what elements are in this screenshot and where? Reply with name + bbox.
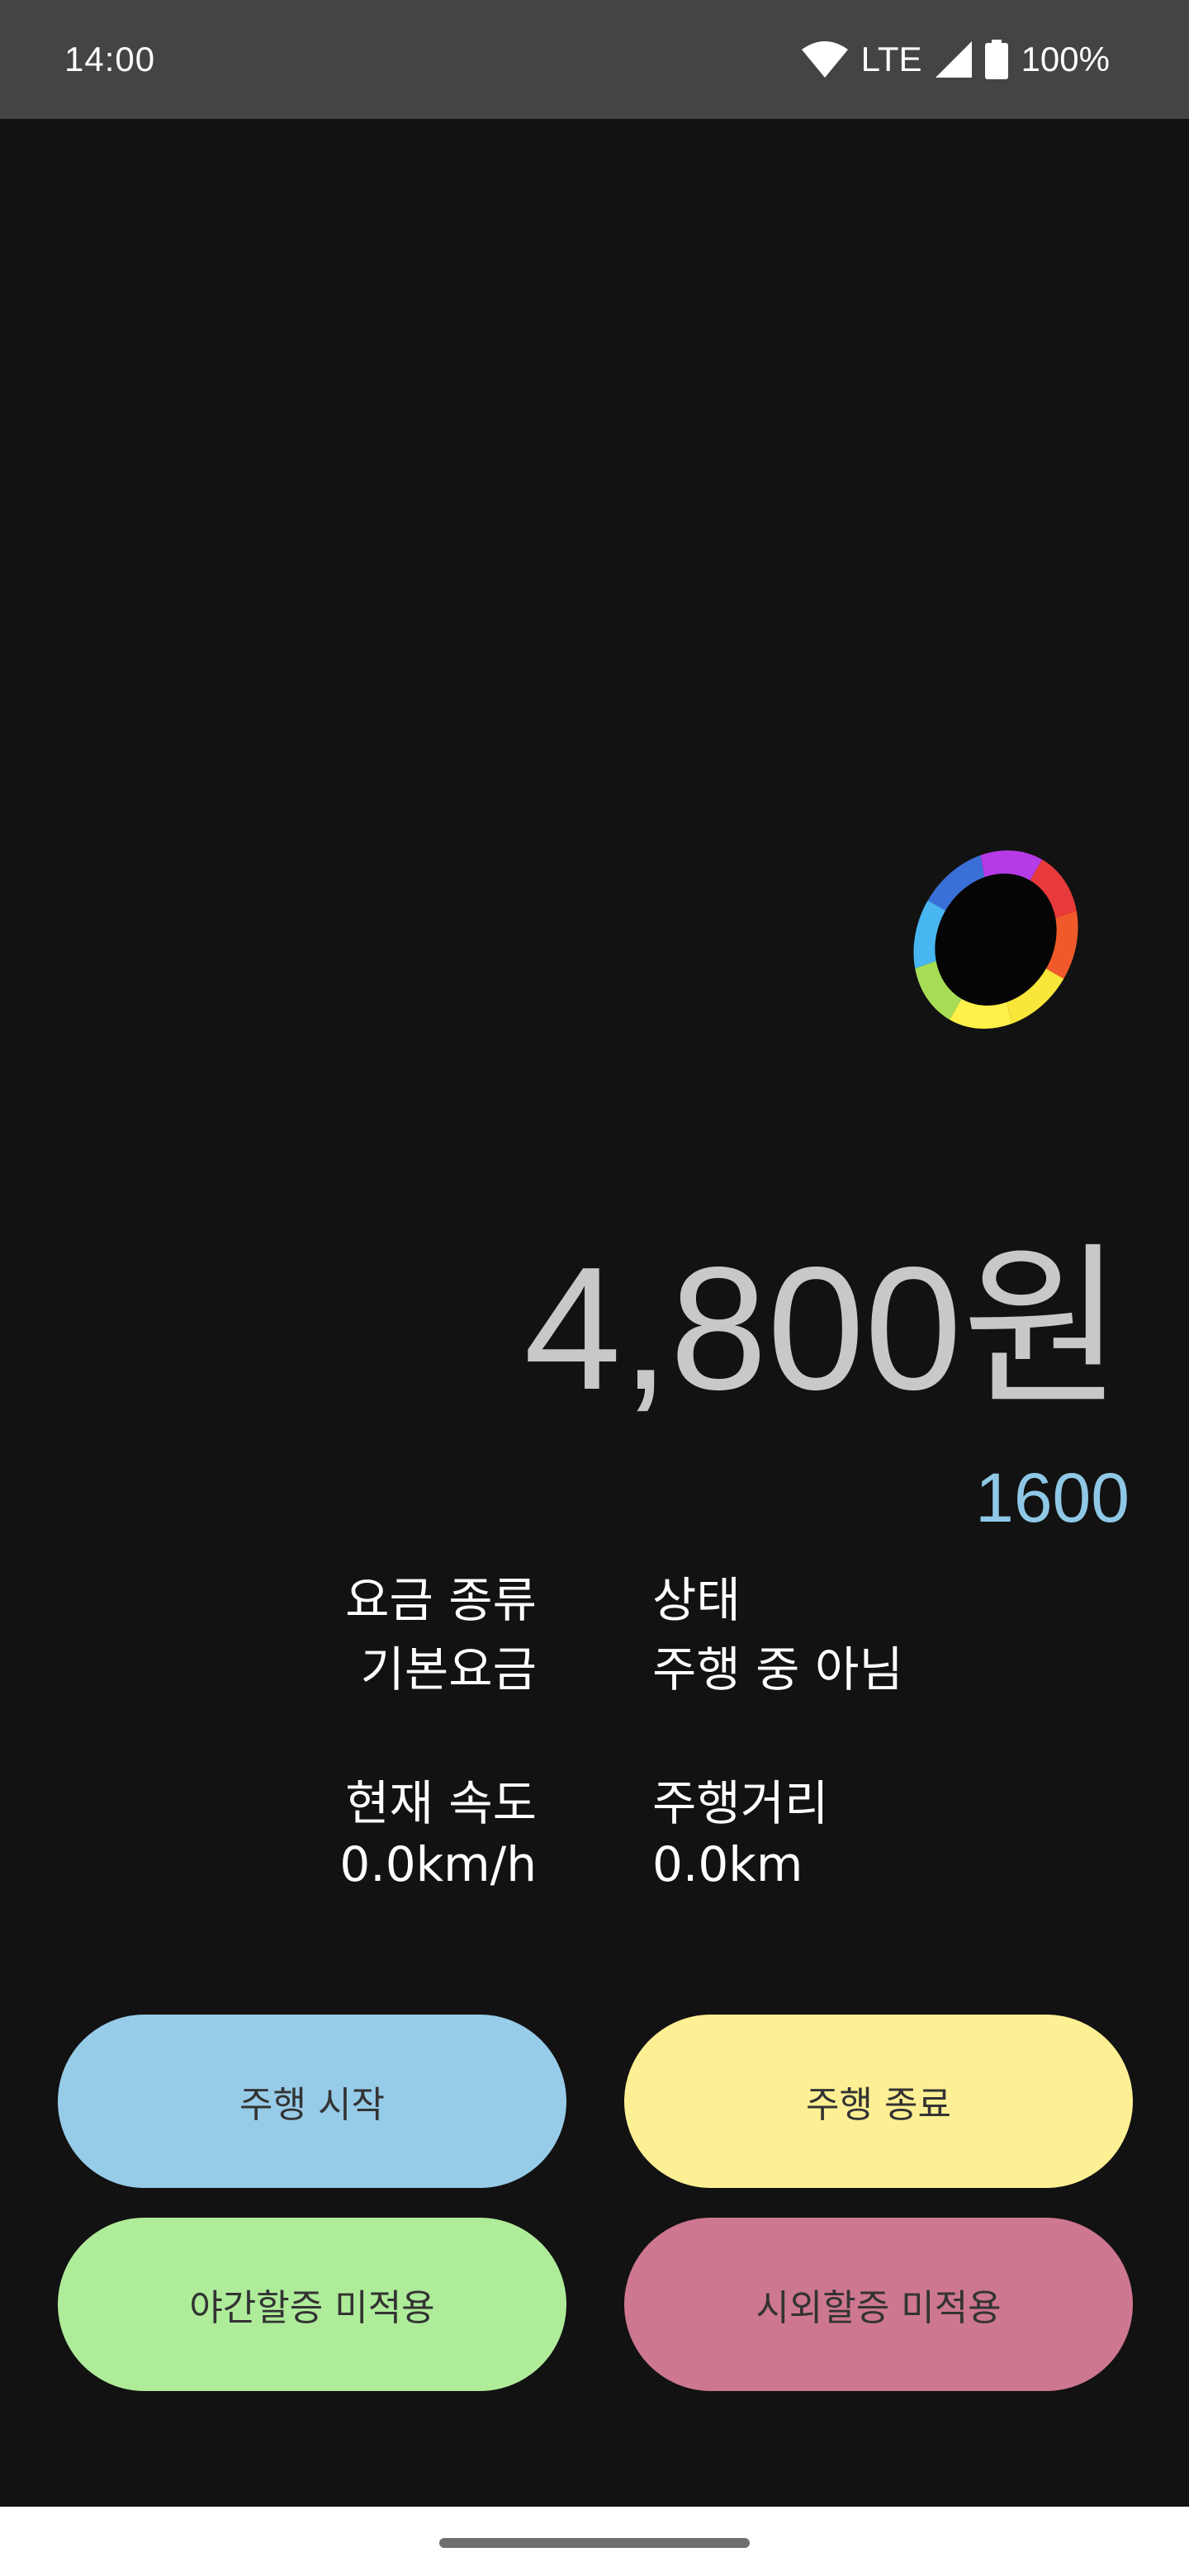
suburb-surcharge-label: 시외할증 미적용 <box>756 2287 1002 2329</box>
cell-signal-icon <box>935 41 972 78</box>
fare-amount: 4,800원 <box>523 1230 1123 1426</box>
stop-driving-button[interactable]: 주행 종료 <box>624 2015 1133 2188</box>
night-surcharge-toggle[interactable]: 야간할증 미적용 <box>58 2218 566 2391</box>
loading-spinner-icon <box>913 850 1078 1029</box>
status-bar: 14:00 LTE 100% <box>0 0 1189 119</box>
status-time: 14:00 <box>64 40 156 78</box>
suburb-surcharge-toggle[interactable]: 시외할증 미적용 <box>624 2218 1133 2391</box>
status-label: 상태 <box>652 1572 741 1628</box>
fare-type-value: 기본요금 <box>360 1641 537 1698</box>
home-gesture-handle[interactable] <box>439 2538 750 2548</box>
night-surcharge-label: 야간할증 미적용 <box>189 2287 435 2329</box>
wifi-icon <box>801 41 848 78</box>
distance-value: 0.0km <box>652 1836 803 1892</box>
start-driving-label: 주행 시작 <box>239 2084 385 2126</box>
fare-base-unit: 1600 <box>975 1459 1130 1537</box>
status-indicators: LTE 100% <box>801 33 1110 86</box>
start-driving-button[interactable]: 주행 시작 <box>58 2015 566 2188</box>
taximeter-screen: 4,800원 1600 요금 종류 기본요금 상태 주행 중 아님 현재 속도 … <box>0 119 1189 2507</box>
fare-type-label: 요금 종류 <box>345 1572 537 1628</box>
navigation-bar <box>0 2507 1189 2576</box>
battery-percentage: 100% <box>1021 40 1110 78</box>
speed-value: 0.0km/h <box>339 1836 537 1892</box>
stop-driving-label: 주행 종료 <box>806 2084 951 2126</box>
network-type-label: LTE <box>860 40 922 78</box>
status-value: 주행 중 아님 <box>652 1641 903 1698</box>
distance-label: 주행거리 <box>652 1775 829 1831</box>
battery-icon <box>984 40 1008 79</box>
speed-label: 현재 속도 <box>345 1775 537 1831</box>
